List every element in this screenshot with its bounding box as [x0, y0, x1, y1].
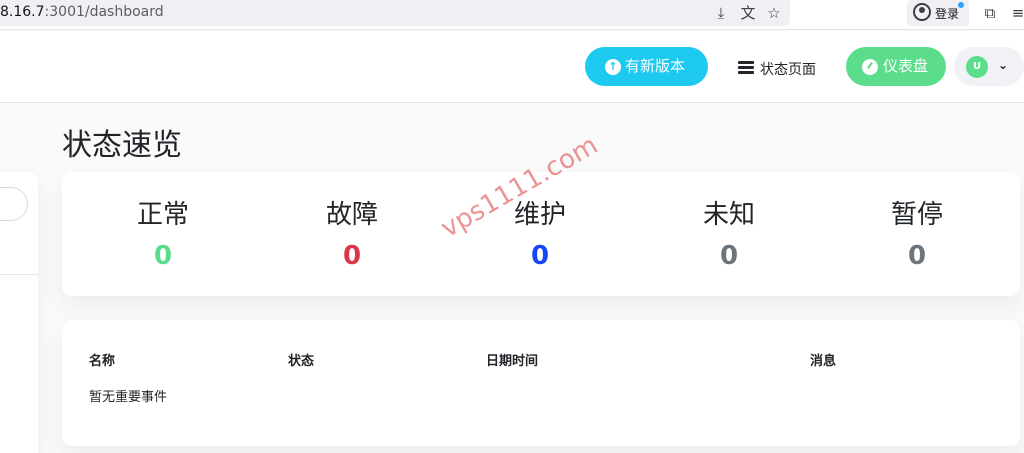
login-label: 登录: [935, 7, 960, 21]
menu-icon[interactable]: ≡: [1008, 3, 1024, 23]
account-icon: [913, 3, 931, 21]
notification-dot: [958, 2, 964, 8]
stat-value: 0: [530, 241, 550, 271]
stat-value: 0: [153, 241, 173, 271]
stat-paused: 暂停 0: [837, 194, 997, 271]
gauge-icon: [862, 59, 878, 75]
browser-toolbar: 8.16.7:3001/dashboard ⤓ 文 ☆ 登录 ⧉ ≡: [0, 0, 1024, 30]
dashboard-label: 仪表盘: [883, 57, 929, 75]
stat-value: 0: [342, 241, 362, 271]
stat-value: 0: [907, 241, 927, 271]
star-icon[interactable]: ☆: [764, 3, 784, 23]
dashboard-button[interactable]: 仪表盘: [846, 47, 946, 86]
stat-label: 正常: [136, 200, 189, 230]
page-title: 状态速览: [62, 128, 182, 163]
column-header-status: 状态: [288, 354, 315, 369]
avatar: U: [966, 56, 988, 78]
column-header-name: 名称: [89, 354, 116, 369]
list-icon: [738, 61, 754, 75]
status-page-label: 状态页面: [760, 62, 816, 78]
download-icon[interactable]: ⤓: [711, 3, 731, 23]
column-header-datetime: 日期时间: [486, 354, 539, 369]
user-menu[interactable]: U ⌄: [954, 47, 1024, 86]
stat-label: 暂停: [890, 200, 943, 230]
address-bar[interactable]: 8.16.7:3001/dashboard ⤓ 文 ☆: [0, 0, 790, 26]
empty-events-text: 暂无重要事件: [89, 390, 168, 405]
sidebar-divider: [0, 274, 38, 275]
stat-down: 故障 0: [272, 194, 432, 271]
stat-unknown: 未知 0: [649, 194, 809, 271]
stat-up: 正常 0: [83, 194, 243, 271]
arrow-up-circle-icon: ↑: [605, 59, 621, 75]
new-version-label: 有新版本: [625, 57, 686, 75]
url-text[interactable]: 8.16.7:3001/dashboard: [0, 4, 164, 20]
stat-value: 0: [719, 241, 739, 271]
stat-label: 未知: [702, 200, 755, 230]
translate-icon[interactable]: 文: [738, 3, 758, 23]
chevron-down-icon: ⌄: [998, 58, 1009, 72]
column-header-message: 消息: [810, 354, 837, 369]
new-version-button[interactable]: ↑ 有新版本: [585, 47, 708, 86]
extensions-icon[interactable]: ⧉: [980, 3, 1000, 23]
important-events-table: 名称 状态 日期时间 消息 暂无重要事件: [62, 320, 1020, 446]
app-header: ↑ 有新版本 状态页面 仪表盘 U ⌄: [0, 31, 1024, 103]
stat-label: 故障: [325, 200, 378, 230]
account-button[interactable]: 登录: [907, 0, 969, 26]
